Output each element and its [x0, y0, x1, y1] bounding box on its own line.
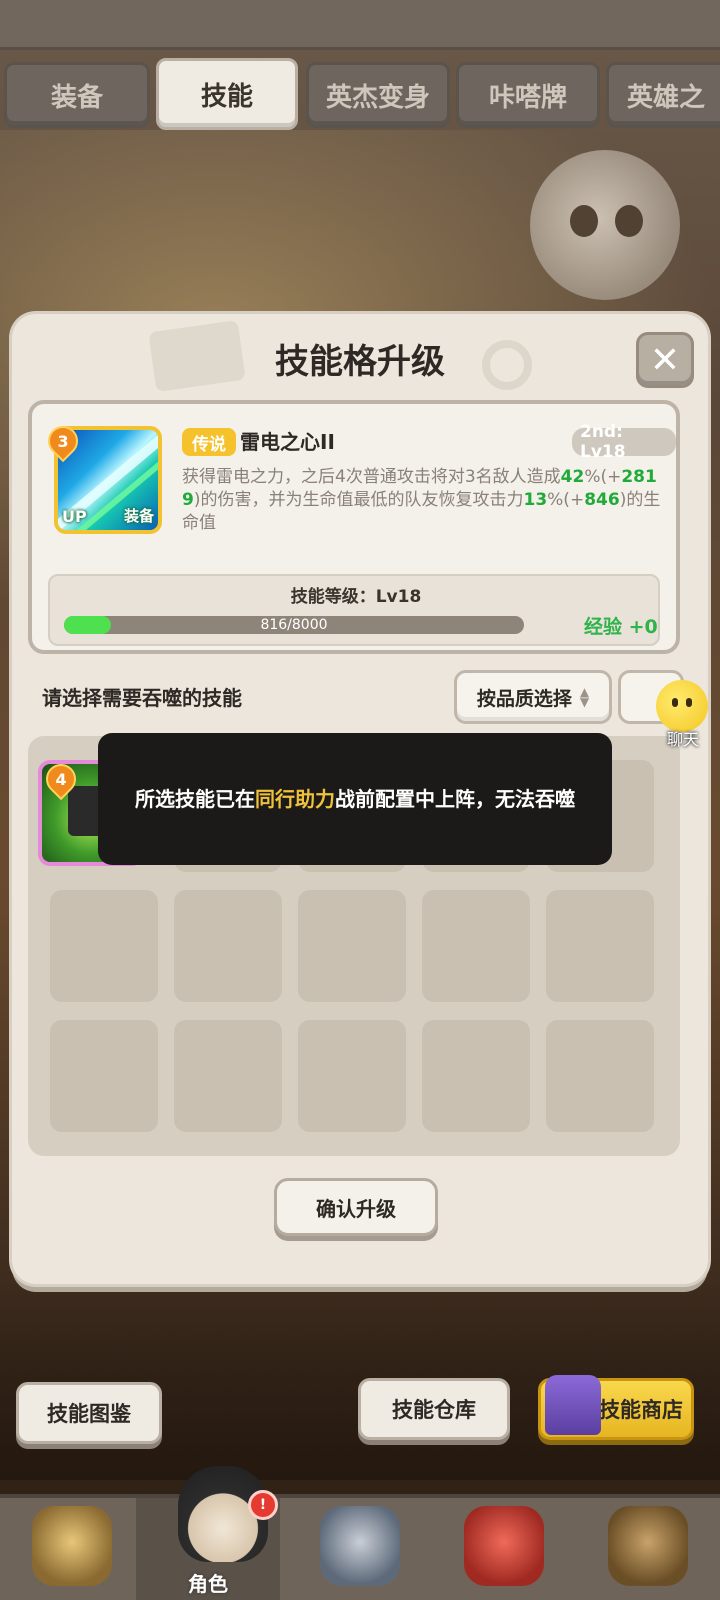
skill-shop-button[interactable]: 技能商店: [538, 1375, 694, 1440]
totem-icon: [608, 1506, 688, 1586]
empty-skill-slot: [174, 1020, 282, 1132]
experience-bar: 816/8000: [64, 616, 524, 634]
dialog-title: 技能格升级: [275, 342, 445, 382]
horned-beast-icon: [32, 1506, 112, 1586]
empty-skill-slot: [50, 1020, 158, 1132]
tab-cards[interactable]: 咔嗒牌: [456, 62, 600, 128]
empty-skill-slot: [50, 890, 158, 1002]
experience-value: 816/8000: [260, 617, 328, 633]
confirm-upgrade-button[interactable]: 确认升级: [274, 1178, 438, 1236]
tab-equipment[interactable]: 装备: [4, 62, 150, 128]
chat-button[interactable]: 聊天: [648, 680, 720, 752]
close-button[interactable]: ✕: [636, 332, 694, 388]
nav-item-equipment[interactable]: [288, 1498, 432, 1600]
red-dino-icon: [464, 1506, 544, 1586]
empty-skill-slot: [422, 890, 530, 1002]
skill-info-card: UP 装备 3 传说 雷电之心II 2nd: Lv18 获得雷电之力，之后4次普…: [28, 400, 680, 654]
empty-skill-slot: [546, 1020, 654, 1132]
upgrade-tag: UP: [62, 507, 87, 526]
category-tabs: 装备 技能 英杰变身 咔嗒牌 英雄之: [0, 58, 720, 132]
empty-skill-slot: [174, 890, 282, 1002]
sword-shield-icon: [320, 1506, 400, 1586]
background-skull-decoration: [530, 150, 680, 300]
sort-arrows-icon: ▲ ▼: [579, 685, 590, 709]
nav-item-pets[interactable]: [432, 1498, 576, 1600]
skill-storage-button[interactable]: 技能仓库: [358, 1378, 510, 1440]
skill-shop-label: 技能商店: [599, 1398, 683, 1422]
skill-level-label: 技能等级：Lv18: [290, 587, 422, 607]
shop-merchant-icon: [545, 1375, 601, 1435]
chat-label: 聊天: [666, 730, 699, 749]
skill-description: 获得雷电之力，之后4次普通攻击将对3名敌人造成42%(+2819)的伤害，并为生…: [182, 467, 661, 533]
slot-level-tag: 2nd: Lv18: [572, 422, 676, 462]
chat-emoji-icon: [656, 680, 708, 732]
tab-hero-more[interactable]: 英雄之: [606, 62, 720, 128]
bottom-navigation: 角色: [0, 1494, 720, 1600]
skill-codex-button[interactable]: 技能图鉴: [16, 1382, 162, 1444]
empty-skill-slot: [546, 890, 654, 1002]
quality-button-label: 按品质选择: [476, 687, 572, 710]
rarity-badge: 传说: [182, 428, 236, 456]
notification-badge: !: [248, 1490, 278, 1520]
error-toast: 所选技能已在同行助力战前配置中上阵，无法吞噬: [98, 733, 612, 865]
empty-skill-slot: [298, 890, 406, 1002]
empty-skill-slot: [298, 1020, 406, 1132]
nav-label-character: 角色: [188, 1572, 228, 1596]
select-skill-prompt: 请选择需要吞噬的技能: [42, 686, 242, 710]
experience-gain: 经验 +0: [584, 616, 658, 638]
skill-level-panel: 技能等级：Lv18 816/8000 经验 +0: [48, 574, 660, 646]
equipped-tag: 装备: [123, 507, 154, 525]
empty-skill-slot: [422, 1020, 530, 1132]
nav-item-heroes[interactable]: [0, 1498, 144, 1600]
close-icon: ✕: [649, 339, 681, 381]
tab-skills[interactable]: 技能: [156, 58, 298, 130]
tab-hero-transform[interactable]: 英杰变身: [306, 62, 450, 128]
skill-name: 雷电之心II: [240, 430, 335, 454]
nav-item-totem[interactable]: [576, 1498, 720, 1600]
select-by-quality-button[interactable]: 按品质选择 ▲ ▼: [454, 670, 612, 724]
top-strip: [0, 0, 720, 50]
